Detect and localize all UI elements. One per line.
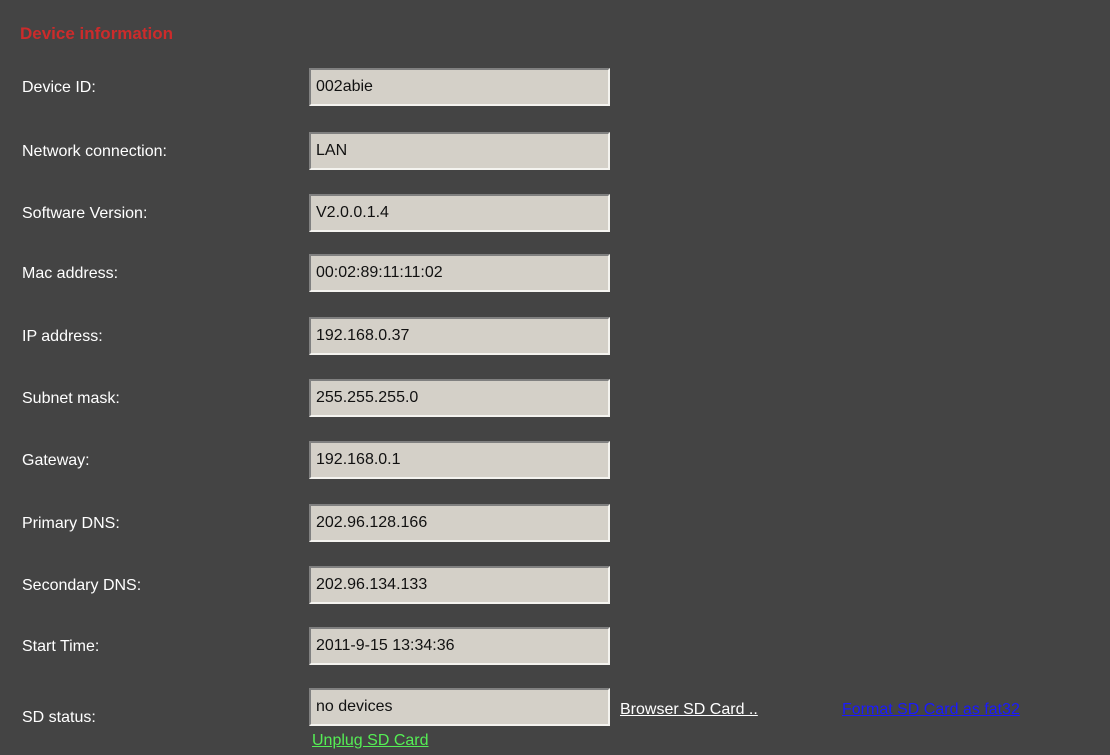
field-row-primary-dns: Primary DNS: (0, 504, 1110, 544)
unplug-sd-card-link[interactable]: Unplug SD Card (312, 732, 429, 750)
field-row-start-time: Start Time: (0, 627, 1110, 667)
gateway-field[interactable] (309, 441, 610, 479)
network-connection-field[interactable] (309, 132, 610, 170)
ip-address-label: IP address: (22, 328, 103, 345)
secondary-dns-field[interactable] (309, 566, 610, 604)
device-id-label: Device ID: (22, 79, 96, 96)
subnet-mask-field[interactable] (309, 379, 610, 417)
gateway-label: Gateway: (22, 452, 90, 469)
field-row-gateway: Gateway: (0, 441, 1110, 481)
field-row-subnet-mask: Subnet mask: (0, 379, 1110, 419)
field-row-device-id: Device ID: (0, 68, 1110, 108)
device-information-panel: Device information Device ID: Network co… (0, 0, 1110, 755)
browse-sd-card-link[interactable]: Browser SD Card .. (620, 701, 758, 719)
start-time-label: Start Time: (22, 638, 100, 655)
subnet-mask-label: Subnet mask: (22, 390, 120, 407)
sd-status-field[interactable] (309, 688, 610, 726)
sd-status-label: SD status: (22, 709, 96, 726)
start-time-field[interactable] (309, 627, 610, 665)
field-row-software-version: Software Version: (0, 194, 1110, 234)
device-id-field[interactable] (309, 68, 610, 106)
field-row-secondary-dns: Secondary DNS: (0, 566, 1110, 606)
network-connection-label: Network connection: (22, 143, 167, 160)
format-sd-card-link[interactable]: Format SD Card as fat32 (842, 701, 1020, 719)
software-version-label: Software Version: (22, 205, 148, 222)
mac-address-label: Mac address: (22, 265, 119, 282)
section-title: Device information (20, 24, 174, 43)
field-row-ip-address: IP address: (0, 317, 1110, 357)
secondary-dns-label: Secondary DNS: (22, 577, 142, 594)
software-version-field[interactable] (309, 194, 610, 232)
primary-dns-label: Primary DNS: (22, 515, 120, 532)
ip-address-field[interactable] (309, 317, 610, 355)
field-row-network-connection: Network connection: (0, 132, 1110, 172)
primary-dns-field[interactable] (309, 504, 610, 542)
mac-address-field[interactable] (309, 254, 610, 292)
field-row-mac-address: Mac address: (0, 254, 1110, 294)
